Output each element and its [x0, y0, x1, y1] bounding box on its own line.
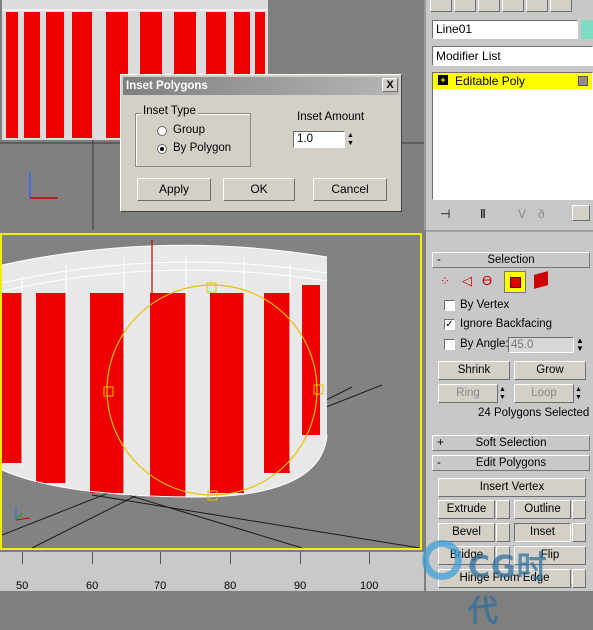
polygon-level-icon[interactable] [504, 271, 526, 293]
inset-polygons-dialog: Inset Polygons X Inset Type Group By Pol… [120, 74, 402, 212]
dialog-title-bar[interactable]: Inset Polygons [123, 77, 399, 95]
modify-tab-icon[interactable] [454, 0, 476, 12]
by-polygon-label: By Polygon [173, 142, 232, 154]
shrink-button[interactable]: Shrink [438, 361, 510, 380]
configure-sets-icon[interactable] [572, 205, 590, 221]
edit-polygons-rollout-header[interactable]: - Edit Polygons [432, 455, 590, 471]
hinge-settings-icon[interactable] [572, 569, 586, 588]
inset-type-group [135, 113, 251, 167]
ok-button[interactable]: OK [223, 178, 295, 201]
perspective-axis-gizmo [15, 507, 31, 521]
close-button[interactable]: X [382, 78, 398, 92]
ruler-label: 60 [86, 580, 99, 592]
ruler-label: 100 [360, 580, 379, 592]
by-vertex-checkbox[interactable] [444, 300, 455, 311]
loop-spinner-icon[interactable]: ▲ ▼ [575, 386, 582, 402]
perspective-scene [2, 240, 420, 548]
object-color-swatch[interactable] [581, 20, 593, 39]
group-label: Group [173, 124, 205, 136]
outline-settings-icon[interactable] [572, 500, 586, 519]
collapse-icon: - [437, 254, 441, 266]
cancel-button[interactable]: Cancel [313, 178, 387, 201]
close-icon: X [386, 79, 394, 91]
subobject-level-buttons: ⁘ ◁ Ɵ [440, 271, 580, 293]
modifier-list-dropdown[interactable]: Modifier List [432, 46, 593, 66]
extrude-button[interactable]: Extrude [438, 500, 495, 519]
vertex-level-icon[interactable]: ⁘ [440, 274, 450, 288]
ruler-tick [92, 552, 93, 564]
ring-spinner-icon[interactable]: ▲ ▼ [499, 386, 506, 402]
ruler-label: 50 [16, 580, 29, 592]
soft-selection-rollout-header[interactable]: + Soft Selection [432, 435, 590, 451]
modifier-list-label: Modifier List [436, 49, 501, 63]
selection-count: 24 Polygons Selected [478, 407, 590, 419]
inset-amount-input[interactable]: 1.0 [293, 131, 345, 148]
edit-polygons-title: Edit Polygons [475, 457, 547, 469]
angle-input[interactable]: 45.0 [508, 337, 574, 353]
collapse-icon: - [437, 457, 441, 469]
pin-stack-icon[interactable]: ⊣ [440, 207, 450, 221]
ruler-label: 70 [154, 580, 167, 592]
insert-vertex-button[interactable]: Insert Vertex [438, 478, 586, 497]
by-vertex-label: By Vertex [460, 299, 510, 311]
watermark-text: CG时代 [468, 550, 548, 629]
hierarchy-tab-icon[interactable] [478, 0, 500, 12]
ruler-tick [369, 552, 370, 564]
top-view-axis-gizmo [29, 172, 58, 199]
object-name-field[interactable]: Line01 [432, 20, 578, 39]
outline-button[interactable]: Outline [514, 500, 571, 519]
inset-amount-label: Inset Amount [297, 111, 365, 123]
ignore-backfacing-checkbox[interactable]: ✓ [444, 319, 455, 330]
expand-icon[interactable]: + [438, 75, 448, 85]
by-angle-checkbox[interactable] [444, 339, 455, 350]
ruler-tick [160, 552, 161, 564]
time-ruler[interactable]: 50 60 70 80 90 100 [0, 552, 424, 592]
command-panel: Line01 Modifier List + Editable Poly ⊣ Ⅱ… [426, 0, 593, 591]
expand-icon: + [437, 437, 444, 449]
element-level-icon[interactable] [534, 271, 548, 289]
apply-button[interactable]: Apply [137, 178, 211, 201]
watermark-logo: CG时代 [418, 536, 568, 629]
inset-amount-spinner-icon[interactable]: ▲ ▼ [347, 132, 354, 148]
angle-spinner-icon[interactable]: ▲ ▼ [576, 337, 584, 353]
show-end-result-icon[interactable]: Ⅱ [480, 207, 486, 221]
cylinder-object [2, 244, 328, 498]
motion-tab-icon[interactable] [502, 0, 524, 12]
perspective-viewport[interactable] [0, 233, 422, 550]
utilities-tab-icon[interactable] [550, 0, 572, 12]
watermark-icon [422, 540, 462, 580]
inset-settings-icon[interactable] [572, 523, 586, 542]
divider [426, 230, 593, 232]
ignore-backfacing-label: Ignore Backfacing [460, 318, 553, 330]
modifier-toggle-icon[interactable] [578, 76, 588, 86]
grow-button[interactable]: Grow [514, 361, 586, 380]
ruler-label: 80 [224, 580, 237, 592]
panel-tabs [430, 0, 590, 14]
edge-level-icon[interactable]: ◁ [462, 273, 472, 289]
make-unique-icon[interactable]: V [518, 207, 526, 221]
ring-button[interactable]: Ring [438, 384, 498, 403]
display-tab-icon[interactable] [526, 0, 548, 12]
selection-rollout-header[interactable]: - Selection [432, 252, 590, 268]
ruler-label: 90 [294, 580, 307, 592]
selection-rollout-title: Selection [487, 254, 535, 266]
by-angle-label: By Angle: [460, 338, 509, 350]
dialog-title: Inset Polygons [126, 80, 208, 92]
stack-item-editable-poly[interactable]: + Editable Poly [433, 73, 592, 89]
modifier-stack[interactable]: + Editable Poly [432, 72, 593, 200]
by-polygon-radio[interactable] [157, 144, 167, 154]
soft-selection-title: Soft Selection [475, 437, 547, 449]
inset-type-label: Inset Type [141, 105, 198, 117]
remove-modifier-icon[interactable]: ð [538, 207, 545, 221]
ruler-tick [230, 552, 231, 564]
extrude-settings-icon[interactable] [496, 500, 510, 519]
stack-item-label: Editable Poly [455, 74, 526, 88]
border-level-icon[interactable]: Ɵ [482, 273, 492, 288]
stack-toolbar: ⊣ Ⅱ V ð [432, 205, 593, 223]
loop-button[interactable]: Loop [514, 384, 574, 403]
create-tab-icon[interactable] [430, 0, 452, 12]
group-radio[interactable] [157, 126, 167, 136]
ruler-tick [22, 552, 23, 564]
ruler-tick [300, 552, 301, 564]
